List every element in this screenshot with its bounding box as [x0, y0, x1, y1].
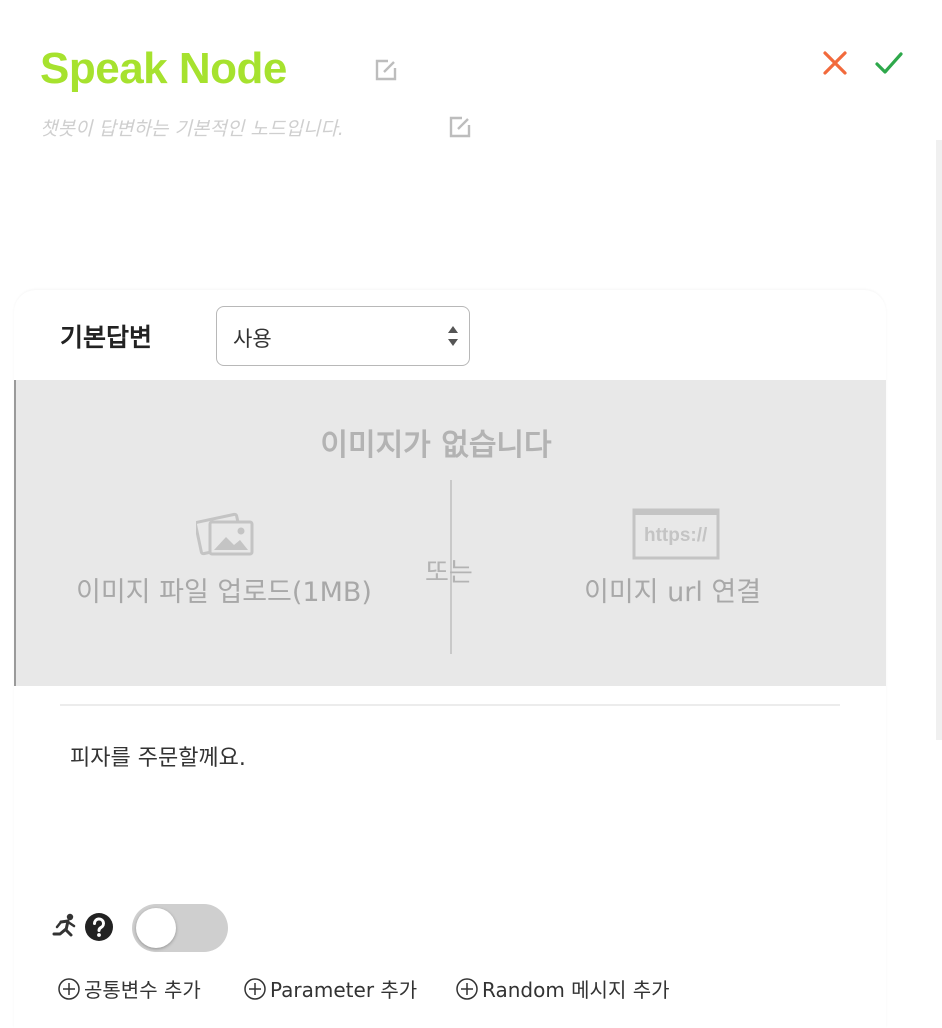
select-arrows-icon	[448, 326, 458, 346]
image-url-button[interactable]: https:// 이미지 url 연결	[576, 506, 776, 616]
default-answer-select[interactable]: 사용	[216, 306, 470, 366]
edit-description-icon[interactable]	[448, 115, 472, 139]
answer-message-text[interactable]: 피자를 주문할께요.	[70, 740, 246, 772]
close-icon	[823, 51, 847, 75]
node-description: 챗봇이 답변하는 기본적인 노드입니다.	[40, 118, 344, 140]
plus-circle-icon	[456, 977, 478, 1000]
image-upload-label: 이미지 파일 업로드(1MB)	[76, 577, 372, 608]
edit-title-icon[interactable]	[374, 58, 398, 82]
image-url-label: 이미지 url 연결	[584, 577, 762, 608]
cancel-button[interactable]	[820, 48, 850, 78]
node-title: Speak Node	[40, 44, 287, 93]
default-answer-label: 기본답변	[60, 323, 153, 352]
running-person-icon[interactable]	[50, 912, 80, 946]
add-random-message-button[interactable]: Random 메시지 추가	[456, 974, 670, 1003]
add-parameter-button[interactable]: Parameter 추가	[244, 974, 417, 1003]
plus-circle-icon	[58, 977, 80, 1000]
check-icon	[875, 52, 903, 74]
image-upload-button[interactable]: 이미지 파일 업로드(1MB)	[70, 506, 386, 616]
feature-toggle[interactable]	[132, 904, 228, 952]
horizontal-divider	[60, 704, 840, 706]
scrollbar-track[interactable]	[936, 140, 942, 740]
url-link-icon: https://	[632, 508, 720, 560]
toggle-knob	[136, 908, 176, 948]
add-common-variable-label: 공통변수 추가	[84, 978, 201, 1002]
or-text: 또는	[425, 558, 473, 588]
add-random-message-label: Random 메시지 추가	[482, 978, 670, 1002]
select-value: 사용	[233, 327, 272, 351]
plus-circle-icon	[244, 977, 266, 1000]
add-common-variable-button[interactable]: 공통변수 추가	[58, 974, 201, 1003]
url-icon-text: https://	[644, 525, 708, 546]
confirm-button[interactable]	[874, 48, 904, 78]
no-image-text: 이미지가 없습니다	[320, 428, 552, 463]
add-parameter-label: Parameter 추가	[270, 978, 418, 1002]
help-icon[interactable]	[84, 912, 114, 946]
image-gallery-icon	[196, 512, 254, 556]
